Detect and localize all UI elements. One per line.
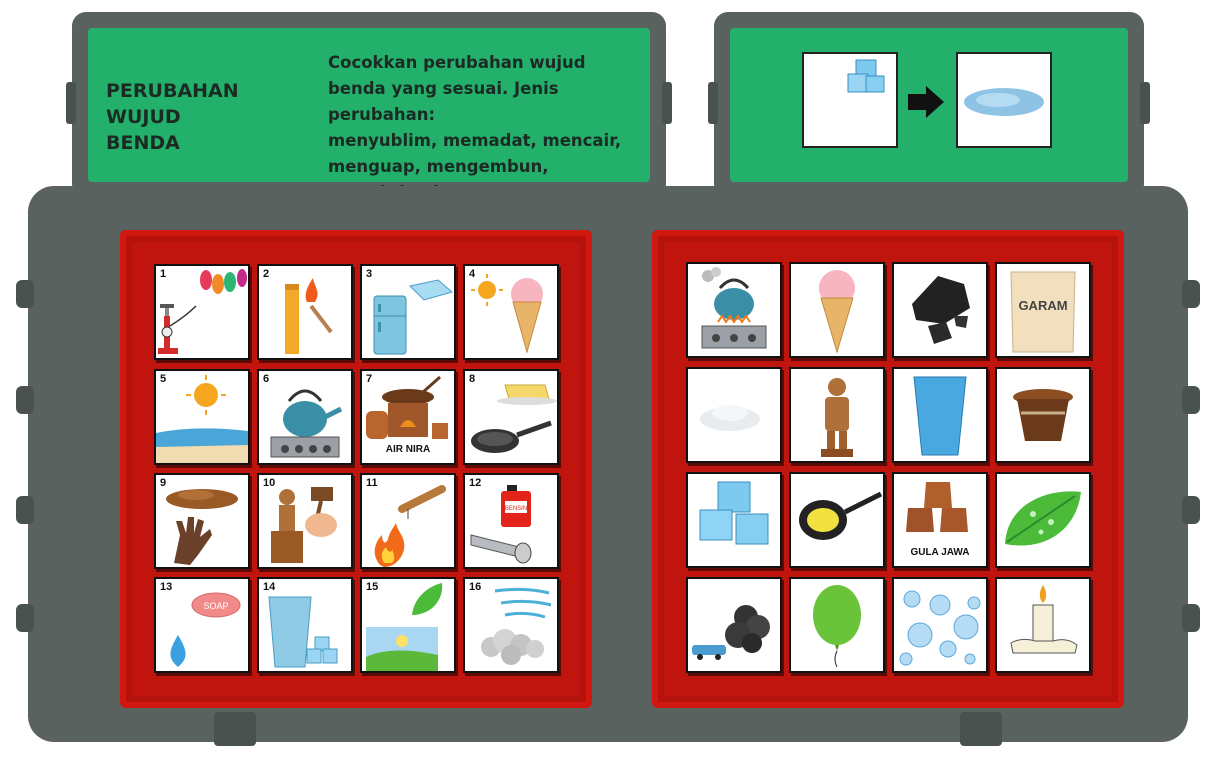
melting-candle-icon	[1010, 585, 1078, 654]
answer-card[interactable]	[686, 262, 782, 358]
salt-pile-icon	[700, 405, 760, 431]
soap-water-drop-icon: SOAP	[170, 592, 241, 667]
panel-nub	[662, 82, 672, 124]
card-caption: GULA JAWA	[910, 547, 970, 558]
card-10[interactable]: 10	[257, 473, 353, 569]
answer-card[interactable]	[892, 367, 988, 463]
card-11[interactable]: 11	[360, 473, 456, 569]
ice-cream-icon	[819, 270, 855, 354]
example-from-card	[802, 52, 898, 240]
card-6[interactable]: 6	[257, 369, 353, 465]
kettle-steam-icon	[701, 267, 767, 349]
card-14[interactable]: 14	[257, 577, 353, 673]
answer-card[interactable]	[686, 367, 782, 463]
kettle-stove-icon	[270, 389, 343, 458]
answer-card[interactable]	[995, 367, 1091, 463]
card-13[interactable]: 13 SOAP	[154, 577, 250, 673]
card-8[interactable]: 8	[463, 369, 559, 465]
fridge-ice-tray-icon	[373, 279, 454, 355]
salt-label: GARAM	[1018, 298, 1067, 313]
instruction-text: Cocokkan perubahan wujud benda yang sesu…	[328, 53, 622, 202]
balloons-pump-icon	[158, 269, 247, 354]
header-green-area: PERUBAHAN WUJUD BENDA Cocokkan perubahan…	[88, 28, 650, 202]
panel-nub	[1140, 82, 1150, 124]
arrow-right-icon	[908, 86, 944, 118]
car-smoke-icon	[692, 605, 770, 660]
sun-ice-cream-icon	[471, 274, 543, 354]
answer-card[interactable]	[789, 472, 885, 568]
leaf-dew-icon	[1005, 491, 1081, 546]
card-12[interactable]: 12 BENSIN	[463, 473, 559, 569]
example-to-card	[956, 52, 1052, 148]
page-title: PERUBAHAN WUJUD BENDA	[106, 80, 239, 154]
board-tab	[16, 386, 34, 414]
panel-nub	[66, 82, 76, 124]
card-15[interactable]: 15	[360, 577, 456, 673]
fuel-can-exhaust-icon: BENSIN	[470, 485, 532, 564]
clay-pot-icon	[1013, 389, 1073, 441]
board-tab	[1182, 496, 1200, 524]
sun-beach-icon	[156, 375, 248, 463]
wind-cloud-icon	[481, 587, 552, 665]
answer-card[interactable]	[892, 262, 988, 358]
card-3[interactable]: 3	[360, 264, 456, 360]
soap-label: SOAP	[203, 601, 228, 611]
board-foot	[214, 712, 256, 746]
card-7[interactable]: 7 AIR NIRA	[360, 369, 456, 465]
answer-card[interactable]	[892, 577, 988, 673]
mud-hand-icon	[166, 489, 238, 565]
header-panel: PERUBAHAN WUJUD BENDA Cocokkan perubahan…	[66, 12, 672, 202]
card-5[interactable]: 5	[154, 369, 250, 465]
board-foot	[960, 712, 1002, 746]
bubbles-icon	[899, 590, 981, 666]
answer-card[interactable]	[686, 577, 782, 673]
answer-card[interactable]	[789, 262, 885, 358]
candle-match-icon	[285, 278, 333, 354]
board-tab	[1182, 280, 1200, 308]
clay-statue-icon	[821, 378, 853, 457]
water-puddle-icon	[964, 88, 1044, 116]
clay-statue-hammer-icon	[271, 487, 337, 563]
butter-pan-icon	[471, 384, 557, 453]
answer-card[interactable]	[789, 367, 885, 463]
board-tab	[1182, 604, 1200, 632]
empty-glass-icon	[913, 376, 967, 456]
green-balloon-icon	[813, 585, 861, 668]
ice-cubes-icon	[847, 59, 885, 93]
card-2[interactable]: 2	[257, 264, 353, 360]
glass-ice-icon	[268, 596, 338, 668]
card-4[interactable]: 4	[463, 264, 559, 360]
board-tab	[16, 280, 34, 308]
answer-card[interactable]: GARAM	[995, 262, 1091, 358]
card-16[interactable]: 16	[463, 577, 559, 673]
example-panel	[708, 12, 1150, 240]
salt-bag-icon: GARAM	[1010, 271, 1076, 353]
leaf-landscape-icon	[366, 583, 443, 671]
answer-card[interactable]	[995, 577, 1091, 673]
panel-nub	[708, 82, 718, 124]
answer-card[interactable]	[686, 472, 782, 568]
bensin-label: BENSIN	[505, 506, 527, 512]
frying-pan-butter-icon	[799, 491, 883, 540]
coal-icon	[912, 276, 970, 344]
card-caption: AIR NIRA	[385, 444, 431, 455]
card-9[interactable]: 9	[154, 473, 250, 569]
wood-fire-icon	[374, 485, 446, 567]
board-tab	[16, 604, 34, 632]
answer-card[interactable]	[995, 472, 1091, 568]
ice-cubes-icon	[699, 481, 769, 545]
card-1[interactable]: 1	[154, 264, 250, 360]
answer-card[interactable]	[789, 577, 885, 673]
answer-card[interactable]: GULA JAWA	[892, 472, 988, 568]
board-tab	[1182, 386, 1200, 414]
board-tab	[16, 496, 34, 524]
example-green-area	[730, 28, 1128, 240]
